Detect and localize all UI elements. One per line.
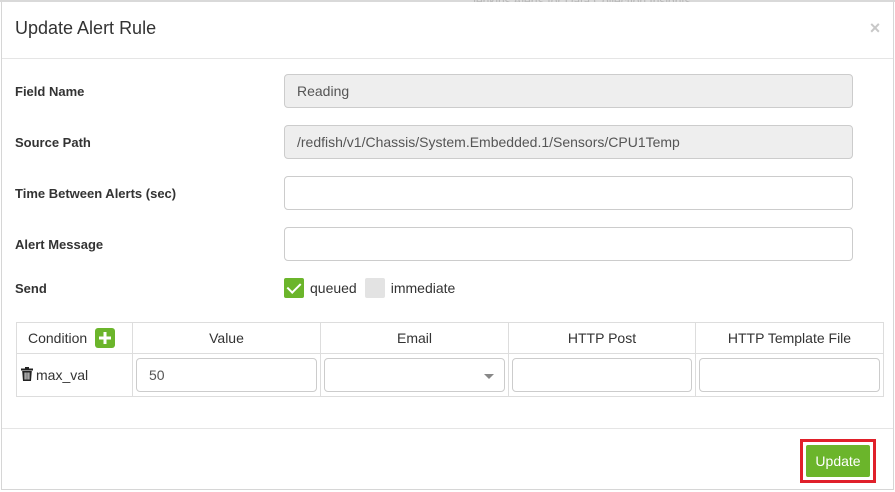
queued-checkbox[interactable] [284, 278, 304, 298]
header-http-template-file: HTTP Template File [695, 322, 884, 354]
header-condition-label: Condition [28, 330, 88, 346]
conditions-header-row: Condition Value Email HTTP Post HTTP Tem… [16, 322, 884, 354]
close-icon[interactable]: × [867, 19, 883, 37]
condition-cell: max_val [16, 353, 133, 397]
http-template-file-input[interactable] [699, 358, 880, 392]
plus-icon[interactable] [95, 328, 116, 348]
condition-value-input[interactable]: 50 [136, 358, 317, 392]
http-post-cell [508, 353, 696, 397]
alert-message-label: Alert Message [15, 237, 104, 252]
header-email: Email [320, 322, 509, 354]
time-between-alerts-label: Time Between Alerts (sec) [15, 186, 177, 201]
alert-message-input[interactable] [284, 227, 853, 261]
field-name-input[interactable]: Reading [284, 74, 853, 108]
source-path-input[interactable]: /redfish/v1/Chassis/System.Embedded.1/Se… [284, 125, 853, 159]
update-button-highlight: Update [800, 439, 876, 483]
modal-header: Update Alert Rule × [2, 2, 893, 59]
source-path-label: Source Path [15, 135, 91, 150]
field-name-label: Field Name [15, 84, 85, 99]
header-value: Value [132, 322, 321, 354]
http-template-file-cell [695, 353, 884, 397]
http-post-input[interactable] [512, 358, 692, 392]
email-select[interactable] [324, 358, 505, 392]
trash-icon[interactable] [21, 366, 33, 384]
conditions-table: Condition Value Email HTTP Post HTTP Tem… [16, 322, 884, 397]
header-http-post: HTTP Post [508, 322, 696, 354]
queued-label: queued [310, 280, 357, 296]
send-label: Send [15, 281, 47, 296]
value-cell: 50 [132, 353, 321, 397]
chevron-down-icon [484, 374, 494, 379]
time-between-alerts-input[interactable] [284, 176, 853, 210]
update-button[interactable]: Update [806, 445, 870, 477]
email-cell [320, 353, 509, 397]
modal-title: Update Alert Rule [15, 18, 157, 38]
condition-name: max_val [36, 367, 89, 383]
modal-footer: Update [2, 428, 893, 490]
update-alert-rule-dialog: Update Alert Rule × Field Name Reading S… [1, 2, 894, 490]
table-row: max_val 50 [16, 353, 884, 397]
send-options: queued immediate [284, 278, 463, 298]
header-condition: Condition [16, 322, 133, 354]
immediate-label: immediate [390, 280, 456, 296]
immediate-checkbox[interactable] [364, 278, 385, 298]
